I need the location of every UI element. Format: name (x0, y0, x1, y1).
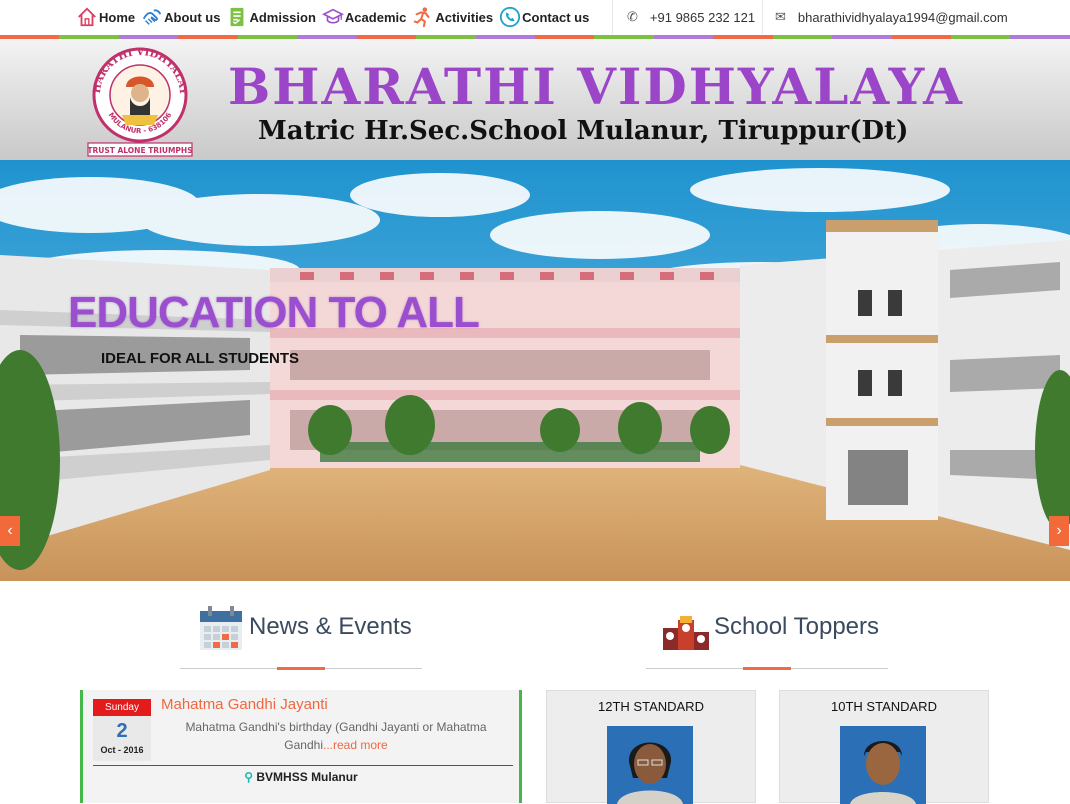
home-icon (78, 7, 96, 27)
slider-next-button[interactable]: › (1049, 516, 1069, 546)
top-bar: Home About us Admission Academic Activit… (0, 0, 1070, 34)
site-header: BHARATHI VIDHYALAYA MULANUR - 638106 TRU… (0, 39, 1070, 160)
calendar-icon (200, 606, 242, 650)
school-name: BHARATHI VIDHYALAYA (228, 57, 964, 116)
phone-icon: ✆ (627, 9, 638, 24)
contact-phone[interactable]: ✆ +91 9865 232 121 (612, 0, 762, 34)
topper-photo (607, 726, 693, 804)
map-pin-icon: ⚲ (244, 770, 254, 784)
nav-activities[interactable]: Activities (412, 6, 493, 28)
running-person-icon (414, 7, 430, 28)
chevron-right-icon: › (1056, 522, 1062, 539)
topper-standard-label: 10TH STANDARD (831, 699, 937, 714)
contact-phone-number: +91 9865 232 121 (649, 9, 756, 25)
school-subtitle: Matric Hr.Sec.School Mulanur, Tiruppur(D… (258, 116, 909, 146)
nav-home-label: Home (99, 9, 136, 25)
topper-photo (840, 726, 926, 804)
news-date: Sunday 2 Oct - 2016 (93, 699, 151, 761)
form-icon (231, 7, 244, 27)
nav-admission-label: Admission (249, 9, 316, 25)
news-divider (93, 765, 513, 766)
nav-contact-us[interactable]: Contact us (499, 6, 589, 28)
contact-email-address: bharathividhyalaya1994@gmail.com (797, 9, 1008, 25)
nav-contact-label: Contact us (522, 9, 590, 25)
slider-prev-button[interactable]: ‹ (0, 516, 20, 546)
news-title[interactable]: Mahatma Gandhi Jayanti (161, 696, 328, 713)
topper-standard-label: 12TH STANDARD (598, 699, 704, 714)
news-day: 2 (116, 720, 128, 742)
nav-activities-label: Activities (435, 9, 494, 25)
nav-home[interactable]: Home (76, 6, 135, 28)
nav-about-us[interactable]: About us (141, 6, 220, 28)
chevron-left-icon: ‹ (7, 522, 13, 539)
main-nav: Home About us Admission Academic Activit… (76, 0, 595, 34)
nav-about-label: About us (164, 9, 221, 25)
school-logo[interactable]: BHARATHI VIDHYALAYA MULANUR - 638106 TRU… (82, 43, 197, 159)
podium-icon (663, 616, 709, 650)
logo-motto: TRUST ALONE TRIUMPHS (87, 146, 192, 155)
toppers-heading: School Toppers (714, 613, 879, 640)
read-more-link[interactable]: ...read more (323, 738, 388, 752)
news-location: ⚲ BVMHSS Mulanur (83, 770, 519, 784)
news-description: Mahatma Gandhi's birthday (Gandhi Jayant… (161, 718, 511, 754)
topper-card-10th[interactable]: 10TH STANDARD (779, 690, 989, 804)
phone-circle-icon (500, 6, 521, 28)
handshake-icon (143, 9, 162, 25)
envelope-icon: ✉ (775, 9, 786, 24)
news-item[interactable]: Sunday 2 Oct - 2016 Mahatma Gandhi Jayan… (80, 690, 522, 803)
news-heading-accent (277, 667, 325, 670)
hero-slider: ‹ › (0, 160, 1070, 581)
toppers-heading-accent (743, 667, 791, 670)
news-location-text: BVMHSS Mulanur (256, 770, 358, 784)
topper-card-12th[interactable]: 12TH STANDARD (546, 690, 756, 804)
news-day-name: Sunday (93, 699, 151, 716)
hero-title: EDUCATION TO ALL (68, 288, 480, 337)
nav-academic-label: Academic (344, 9, 407, 25)
news-heading: News & Events (249, 613, 412, 640)
news-month-year: Oct - 2016 (100, 745, 144, 755)
nav-academic[interactable]: Academic (321, 6, 407, 28)
nav-admission[interactable]: Admission (226, 6, 316, 28)
hero-subtitle: IDEAL FOR ALL STUDENTS (101, 350, 300, 367)
graduation-cap-icon (321, 8, 344, 24)
contact-email[interactable]: ✉ bharathividhyalaya1994@gmail.com (762, 0, 1024, 34)
hero-image (0, 160, 1070, 581)
